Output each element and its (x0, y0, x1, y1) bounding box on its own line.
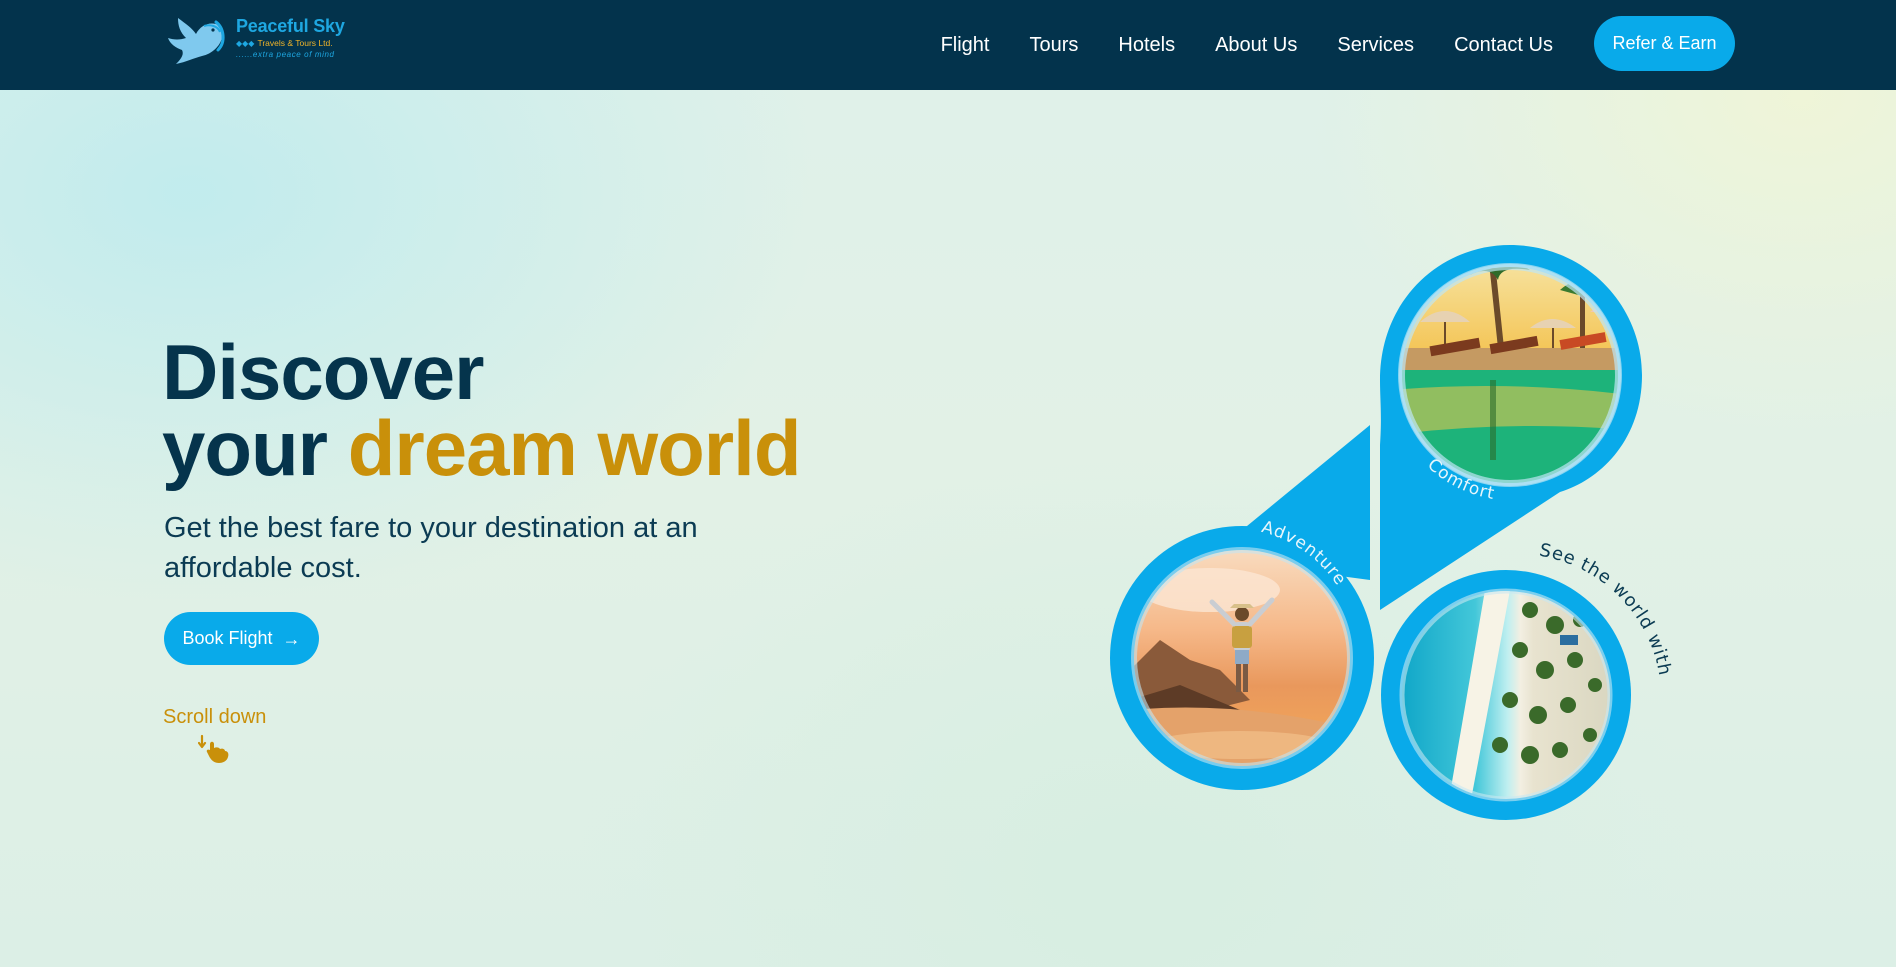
hero-title-line2-plain: your (162, 404, 348, 492)
nav-link-hotels[interactable]: Hotels (1118, 34, 1175, 57)
book-flight-label: Book Flight (182, 628, 273, 648)
brand-subtitle-text: Travels & Tours Ltd. (257, 38, 333, 48)
brand-logo[interactable]: Peaceful Sky ◆◆◆ Travels & Tours Ltd. ...… (164, 14, 345, 66)
nav-link-contact-us[interactable]: Contact Us (1454, 34, 1553, 57)
nav-link-flight[interactable]: Flight (941, 34, 990, 57)
scroll-down-label[interactable]: Scroll down (163, 706, 266, 729)
navbar: Peaceful Sky ◆◆◆ Travels & Tours Ltd. ...… (0, 0, 1896, 90)
hero-title-line2-accent: dream world (347, 404, 802, 492)
brand-tagline: ......extra peace of mind (236, 50, 335, 59)
nav-link-about-us[interactable]: About Us (1215, 34, 1297, 57)
main-nav: Flight Tours Hotels About Us Services Co… (901, 0, 1553, 90)
nav-link-services[interactable]: Services (1337, 34, 1414, 57)
refer-and-earn-button[interactable]: Refer & Earn (1594, 16, 1735, 71)
scroll-down-hand-icon[interactable] (198, 734, 232, 764)
destination-collage: Comfort Adventures See the world with us (1090, 230, 1675, 820)
arrow-right-icon: → (282, 628, 301, 649)
brand-subtitle: ◆◆◆ Travels & Tours Ltd. (236, 38, 333, 48)
hero-title-line1: Discover (162, 328, 485, 416)
hero-subtitle: Get the best fare to your destination at… (164, 512, 698, 584)
book-flight-button[interactable]: Book Flight → (164, 612, 319, 665)
brand-name: Peaceful Sky (236, 16, 345, 36)
nav-link-tours[interactable]: Tours (1029, 34, 1078, 57)
brand-diamonds: ◆◆◆ (236, 39, 255, 48)
dove-logo-icon (168, 18, 225, 64)
hero-title: Discover your dream world (162, 333, 801, 487)
